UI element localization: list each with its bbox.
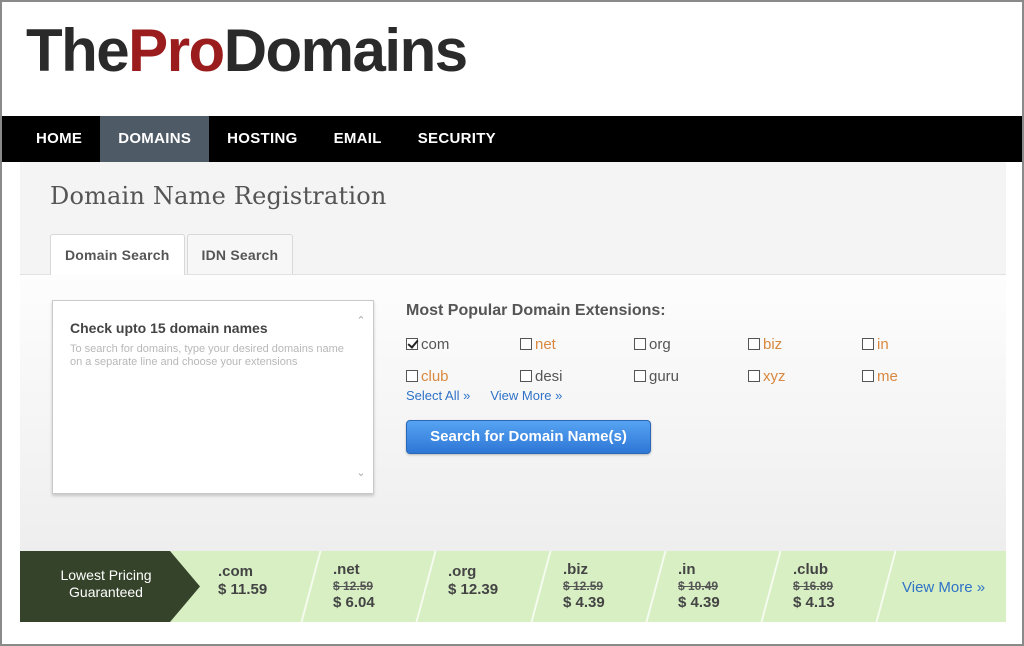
price-old: $ 10.49 <box>678 579 719 593</box>
extension-label: in <box>877 335 889 353</box>
badge-line-2: Guaranteed <box>69 584 143 600</box>
extensions-grid: com net org biz in club desi guru xyz me <box>406 328 986 392</box>
extension-label: xyz <box>763 367 786 385</box>
checkbox-icon[interactable] <box>520 338 532 350</box>
extension-label: me <box>877 367 898 385</box>
extensions-row: com net org biz in <box>406 328 986 360</box>
price-current: $ 11.59 <box>218 581 268 598</box>
main-nav: HOME DOMAINS HOSTING EMAIL SECURITY <box>2 116 1022 162</box>
checkbox-icon[interactable] <box>748 338 760 350</box>
select-all-link[interactable]: Select All » <box>406 388 470 403</box>
nav-item-email[interactable]: EMAIL <box>316 116 400 162</box>
checkbox-icon[interactable] <box>862 338 874 350</box>
view-more-extensions-link[interactable]: View More » <box>490 388 562 403</box>
price-extension: .club <box>793 561 829 578</box>
logo-part-pro: Pro <box>128 17 225 84</box>
extension-label: org <box>649 335 671 353</box>
checkbox-icon[interactable] <box>748 370 760 382</box>
lowest-pricing-badge: Lowest Pricing Guaranteed <box>20 551 200 622</box>
price-current: $ 6.04 <box>333 594 375 611</box>
price-old: $ 12.59 <box>333 579 374 593</box>
extension-label: desi <box>535 367 563 385</box>
price-extension: .in <box>678 561 696 578</box>
search-domain-button[interactable]: Search for Domain Name(s) <box>406 420 651 454</box>
price-extension: .com <box>218 563 254 580</box>
page-title: Domain Name Registration <box>50 182 387 210</box>
price-item-in: .in $ 10.49 $ 4.39 <box>678 561 778 612</box>
extension-option-net[interactable]: net <box>520 336 634 353</box>
extension-label: com <box>421 335 450 353</box>
pricing-bar: Lowest Pricing Guaranteed .com $ 11.59 .… <box>20 551 1006 622</box>
nav-item-home[interactable]: HOME <box>2 116 100 162</box>
logo-part-the: The <box>26 17 130 84</box>
tab-idn-search[interactable]: IDN Search <box>186 234 294 274</box>
price-old: $ 12.59 <box>563 579 604 593</box>
extension-option-club[interactable]: club <box>406 368 520 385</box>
price-extension: .org <box>448 563 477 580</box>
page-frame: TheProDomains HOME DOMAINS HOSTING EMAIL… <box>0 0 1024 646</box>
checkbox-icon[interactable] <box>634 338 646 350</box>
price-current: $ 4.39 <box>678 594 720 611</box>
nav-item-security[interactable]: SECURITY <box>400 116 514 162</box>
price-extension: .biz <box>563 561 588 578</box>
extension-option-guru[interactable]: guru <box>634 368 748 385</box>
price-item-com: .com $ 11.59 <box>218 563 318 599</box>
site-logo[interactable]: TheProDomains <box>26 16 468 86</box>
scroll-down-icon[interactable]: ⌄ <box>354 467 368 479</box>
extension-option-me[interactable]: me <box>862 368 976 385</box>
domain-names-textarea[interactable]: Check upto 15 domain names To search for… <box>52 300 374 494</box>
logo-part-domains: Domains <box>223 17 468 84</box>
checkbox-checked-icon[interactable] <box>406 338 418 350</box>
price-item-org: .org $ 12.39 <box>448 563 548 599</box>
price-old: $ 16.89 <box>793 579 834 593</box>
price-current: $ 4.13 <box>793 594 835 611</box>
nav-item-hosting[interactable]: HOSTING <box>209 116 315 162</box>
textarea-hint: To search for domains, type your desired… <box>70 343 344 368</box>
scroll-up-icon[interactable]: ⌃ <box>354 315 368 327</box>
nav-item-domains[interactable]: DOMAINS <box>100 116 210 162</box>
extension-option-biz[interactable]: biz <box>748 336 862 353</box>
price-item-biz: .biz $ 12.59 $ 4.39 <box>563 561 663 612</box>
price-current: $ 4.39 <box>563 594 605 611</box>
badge-text: Lowest Pricing Guaranteed <box>20 567 192 601</box>
extension-label: club <box>421 367 449 385</box>
checkbox-icon[interactable] <box>634 370 646 382</box>
price-extension: .net <box>333 561 360 578</box>
extension-links: Select All » View More » <box>406 388 582 403</box>
extension-label: guru <box>649 367 680 385</box>
checkbox-icon[interactable] <box>862 370 874 382</box>
badge-line-1: Lowest Pricing <box>60 567 152 583</box>
extension-option-com[interactable]: com <box>406 336 520 353</box>
price-current: $ 12.39 <box>448 581 499 598</box>
extension-option-org[interactable]: org <box>634 336 748 353</box>
textarea-title: Check upto 15 domain names <box>70 320 268 336</box>
search-tabs: Domain Search IDN Search <box>50 234 295 275</box>
checkbox-icon[interactable] <box>406 370 418 382</box>
extension-label: biz <box>763 335 783 353</box>
extensions-heading: Most Popular Domain Extensions: <box>406 302 666 319</box>
extension-label: net <box>535 335 556 353</box>
extension-option-desi[interactable]: desi <box>520 368 634 385</box>
view-more-pricing-link[interactable]: View More » <box>902 579 985 596</box>
price-item-club: .club $ 16.89 $ 4.13 <box>793 561 893 612</box>
price-item-net: .net $ 12.59 $ 6.04 <box>333 561 433 612</box>
extension-option-xyz[interactable]: xyz <box>748 368 862 385</box>
checkbox-icon[interactable] <box>520 370 532 382</box>
tab-domain-search[interactable]: Domain Search <box>50 234 185 275</box>
extension-option-in[interactable]: in <box>862 336 976 353</box>
